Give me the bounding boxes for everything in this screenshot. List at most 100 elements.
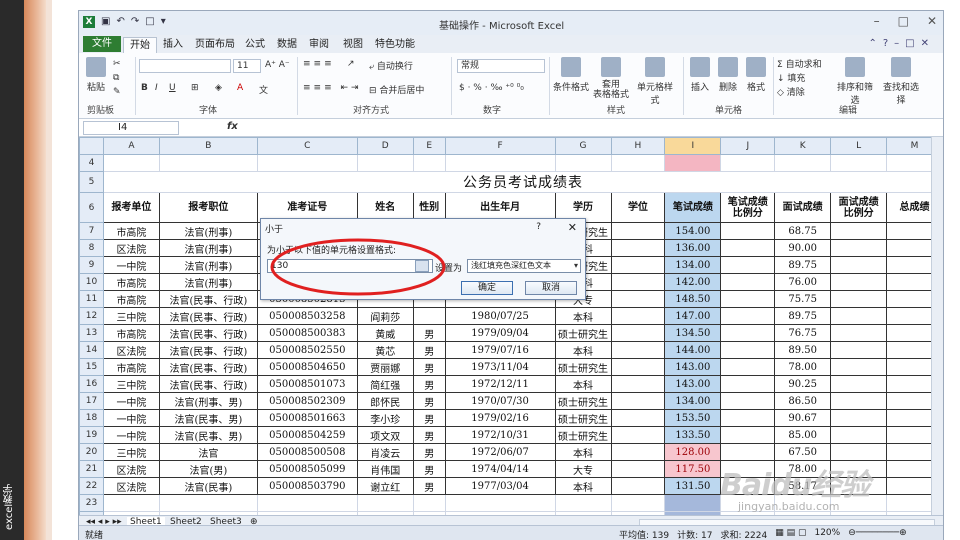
cell-unit[interactable]: 三中院: [102, 443, 160, 461]
cell-written-score[interactable]: 142.00: [664, 273, 722, 291]
cell-degree[interactable]: [610, 443, 666, 461]
ribbon-help-controls[interactable]: ⌃?–□✕: [868, 38, 935, 49]
row-header[interactable]: 17: [79, 392, 104, 410]
cell-sex[interactable]: 男: [412, 392, 446, 410]
cell-written-score[interactable]: 128.00: [664, 443, 722, 461]
cell-degree[interactable]: [610, 358, 666, 376]
cell[interactable]: [356, 494, 414, 512]
vertical-scrollbar[interactable]: [931, 137, 943, 515]
row-header[interactable]: 20: [79, 443, 104, 461]
cell[interactable]: [256, 154, 358, 172]
border-icon[interactable]: ⊞: [191, 83, 199, 93]
cell-written-score[interactable]: 144.00: [664, 341, 722, 359]
cell-interview-ratio[interactable]: [830, 239, 888, 257]
cell-exam-id[interactable]: 050008504259: [256, 426, 358, 444]
header-written-score[interactable]: 笔试成绩: [664, 192, 722, 223]
row-header[interactable]: 13: [79, 324, 104, 342]
cell-degree[interactable]: [610, 477, 666, 495]
cell-position[interactable]: 法官(男): [158, 460, 258, 478]
cell-education[interactable]: 硕士研究生: [554, 426, 612, 444]
cell-interview-ratio[interactable]: [830, 426, 888, 444]
font-grow-icon[interactable]: A⁺ A⁻: [265, 60, 290, 70]
cell-name[interactable]: 黄芯: [356, 341, 414, 359]
cell-position[interactable]: 法官(刑事): [158, 239, 258, 257]
tab-page-layout[interactable]: 页面布局: [189, 37, 241, 53]
cell-unit[interactable]: 市高院: [102, 324, 160, 342]
cell-interview-score[interactable]: 67.50: [774, 443, 832, 461]
cell-written-ratio[interactable]: [720, 239, 776, 257]
header-written-ratio[interactable]: 笔试成绩 比例分: [720, 192, 776, 223]
row-header[interactable]: 6: [79, 192, 104, 223]
cell-degree[interactable]: [610, 460, 666, 478]
bold-icon[interactable]: B: [141, 83, 148, 93]
cell-degree[interactable]: [610, 239, 666, 257]
tab-view[interactable]: 视图: [337, 37, 369, 53]
cell[interactable]: [158, 494, 258, 512]
sort-filter-button[interactable]: 排序和筛选: [833, 57, 877, 106]
cell-unit[interactable]: 区法院: [102, 239, 160, 257]
row-header[interactable]: 7: [79, 222, 104, 240]
header-degree[interactable]: 学位: [610, 192, 666, 223]
cell-written-ratio[interactable]: [720, 341, 776, 359]
cell-written-ratio[interactable]: [720, 290, 776, 308]
copy-icon[interactable]: ⧉: [113, 73, 119, 83]
cell-written-ratio[interactable]: [720, 358, 776, 376]
cell[interactable]: [102, 494, 160, 512]
row-header[interactable]: 15: [79, 358, 104, 376]
cell-interview-ratio[interactable]: [830, 341, 888, 359]
cell-degree[interactable]: [610, 426, 666, 444]
cell-exam-id[interactable]: 050008503790: [256, 477, 358, 495]
cell-interview-ratio[interactable]: [830, 324, 888, 342]
tab-special[interactable]: 特色功能: [369, 37, 421, 53]
cell[interactable]: [830, 154, 888, 172]
cell-interview-ratio[interactable]: [830, 375, 888, 393]
column-header[interactable]: A: [102, 137, 160, 155]
table-format-button[interactable]: 套用 表格格式: [593, 57, 629, 100]
cell-position[interactable]: 法官(刑事): [158, 256, 258, 274]
cell-written-score[interactable]: 133.50: [664, 426, 722, 444]
cell-degree[interactable]: [610, 256, 666, 274]
autosum-button[interactable]: Σ 自动求和: [777, 57, 822, 70]
cell-dob[interactable]: 1974/04/14: [444, 460, 556, 478]
cell[interactable]: [610, 494, 666, 512]
cell-interview-ratio[interactable]: [830, 290, 888, 308]
column-header[interactable]: G: [554, 137, 612, 155]
cell[interactable]: [158, 154, 258, 172]
cell-written-ratio[interactable]: [720, 409, 776, 427]
cell-interview-ratio[interactable]: [830, 409, 888, 427]
cell-interview-score[interactable]: 89.50: [774, 341, 832, 359]
tab-data[interactable]: 数据: [271, 37, 303, 53]
column-header[interactable]: K: [774, 137, 832, 155]
header-position[interactable]: 报考职位: [158, 192, 258, 223]
column-header-selected[interactable]: I: [664, 137, 722, 155]
cell[interactable]: [356, 154, 414, 172]
sheet-title[interactable]: 公务员考试成绩表: [102, 171, 943, 193]
cell-name[interactable]: 项文双: [356, 426, 414, 444]
cell-position[interactable]: 法官: [158, 443, 258, 461]
format-cells-button[interactable]: 格式: [743, 57, 769, 93]
cell[interactable]: [774, 154, 832, 172]
cell-name[interactable]: 黄威: [356, 324, 414, 342]
tab-review[interactable]: 审阅: [303, 37, 335, 53]
cell[interactable]: [720, 154, 776, 172]
cell-exam-id[interactable]: 050008500508: [256, 443, 358, 461]
cell-degree[interactable]: [610, 341, 666, 359]
cell-sex[interactable]: 男: [412, 409, 446, 427]
row-header[interactable]: 12: [79, 307, 104, 325]
column-header[interactable]: B: [158, 137, 258, 155]
cell-styles-button[interactable]: 单元格样式: [633, 57, 677, 106]
cell-dob[interactable]: 1977/03/04: [444, 477, 556, 495]
cell-written-ratio[interactable]: [720, 443, 776, 461]
cell[interactable]: [610, 154, 666, 172]
cell-name[interactable]: 贾丽娜: [356, 358, 414, 376]
cell-written-score[interactable]: 134.00: [664, 392, 722, 410]
format-painter-icon[interactable]: ✎: [113, 87, 121, 97]
tab-formulas[interactable]: 公式: [239, 37, 271, 53]
row-header[interactable]: 5: [79, 171, 104, 193]
close-window-icon[interactable]: ✕: [927, 14, 937, 28]
italic-icon[interactable]: I: [155, 83, 158, 93]
row-header[interactable]: 23: [79, 494, 104, 512]
worksheet-grid[interactable]: A B C D E F G H I J K L M 4 5 公务员考试成绩表 6…: [79, 137, 943, 515]
cell-degree[interactable]: [610, 290, 666, 308]
cell-sex[interactable]: 男: [412, 443, 446, 461]
